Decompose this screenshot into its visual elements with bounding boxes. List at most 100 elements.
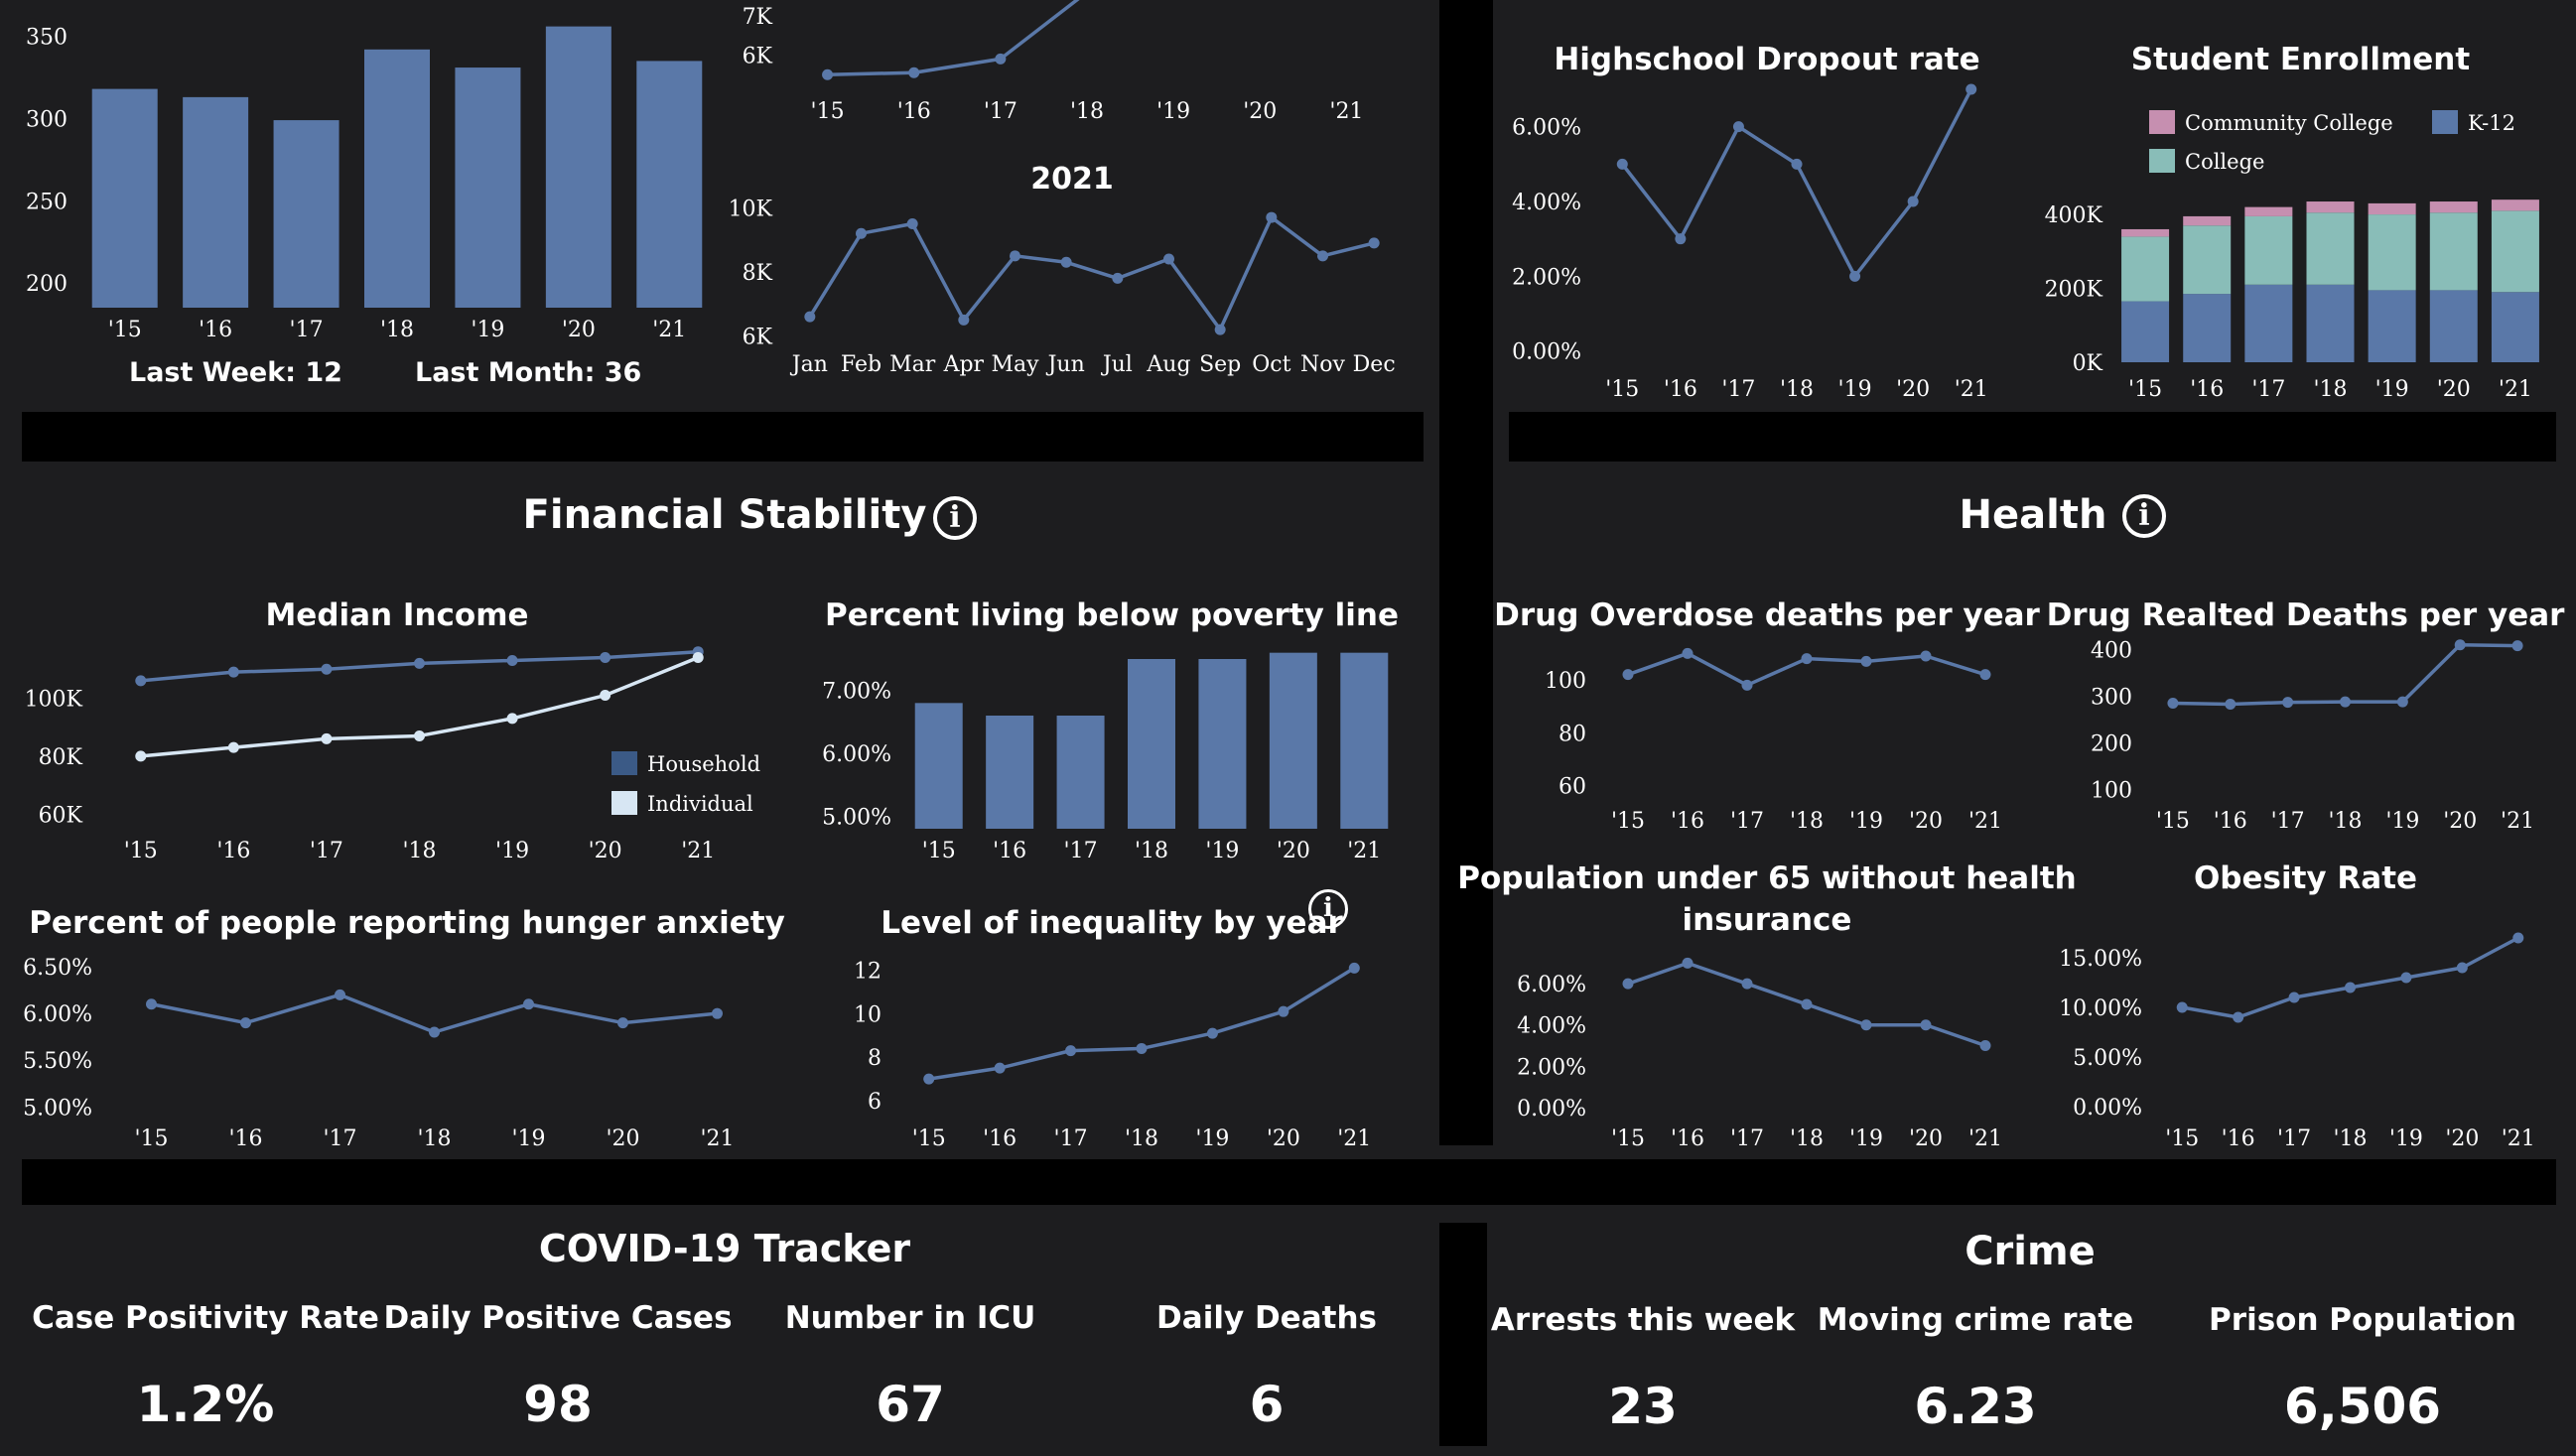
y-tick-label: 4.00%: [1517, 1014, 1586, 1039]
series-point: [1979, 669, 1991, 681]
series-individual-point: [506, 713, 518, 725]
x-tick-label: '21: [700, 1126, 734, 1151]
financial-info-icon[interactable]: i: [933, 496, 977, 540]
series-point: [1849, 270, 1861, 282]
series-point: [2511, 640, 2523, 652]
y-tick-label: 60K: [39, 803, 83, 828]
series-point: [617, 1017, 628, 1029]
y-tick-label: 300: [2091, 685, 2132, 710]
series-individual-point: [414, 729, 425, 741]
x-tick-label: '20: [2445, 1126, 2479, 1151]
y-tick-label: 250: [26, 190, 68, 214]
separator-band-middle: [22, 1159, 2556, 1205]
series-point: [1907, 196, 1919, 207]
series-line: [1620, 88, 1973, 279]
x-tick-label: '17: [1064, 839, 1098, 863]
y-tick-label: 5.00%: [822, 805, 891, 830]
y-tick-label: 7K: [743, 5, 773, 30]
x-tick-label: '19: [2375, 377, 2409, 402]
bar-segment-k-12: [2491, 292, 2539, 362]
series-point: [2288, 992, 2300, 1003]
series-point: [146, 998, 157, 1010]
health-info-icon[interactable]: i: [2122, 494, 2166, 538]
series-point: [1741, 978, 1753, 990]
x-tick-label: Dec: [1353, 352, 1396, 377]
series-point: [1801, 998, 1813, 1010]
x-tick-label: '20: [606, 1126, 639, 1151]
series-point: [1920, 650, 1932, 662]
x-tick-label: '17: [2251, 377, 2285, 402]
series-point: [995, 53, 1007, 65]
bar-segment-college: [2429, 212, 2478, 291]
x-tick-label: Sep: [1199, 352, 1241, 377]
x-tick-label: '16: [993, 839, 1026, 863]
y-tick-label: 0K: [2073, 351, 2103, 376]
x-tick-label: '18: [1790, 809, 1824, 834]
series-individual-point: [600, 690, 611, 702]
x-tick-label: '18: [1790, 1126, 1824, 1151]
y-tick-label: 6.00%: [1512, 116, 1581, 141]
x-tick-label: '17: [310, 839, 343, 863]
drug-related-chart-title: Drug Realted Deaths per year: [2047, 597, 2566, 633]
series-household-point: [321, 663, 333, 675]
legend-swatch: [611, 751, 637, 775]
x-tick-label: May: [991, 352, 1039, 377]
x-tick-label: '18: [2333, 1126, 2367, 1151]
x-tick-label: '15: [912, 1126, 946, 1151]
covid-stat-value: 67: [876, 1376, 945, 1433]
y-tick-label: 200: [26, 272, 68, 297]
legend-label: Household: [647, 752, 760, 776]
bar: [1269, 652, 1317, 829]
x-tick-label: Oct: [1252, 352, 1290, 377]
x-tick-label: Nov: [1300, 352, 1345, 377]
separator-band-top-right: [1509, 412, 2556, 462]
series-point: [1682, 647, 1694, 659]
series-point: [1741, 679, 1753, 691]
x-tick-label: '19: [2385, 809, 2419, 834]
x-tick-label: '21: [2501, 809, 2534, 834]
bar-segment-college: [2244, 215, 2293, 285]
x-tick-label: '19: [471, 318, 504, 342]
student-enrollment-chart: Student Enrollment '15 '16 '17 '18 '19 '20 '21 0…: [2045, 42, 2539, 402]
x-tick-label: '18: [1780, 377, 1814, 402]
series-point: [1801, 653, 1813, 665]
x-tick-label: Aug: [1146, 352, 1190, 377]
x-tick-label: '21: [681, 839, 715, 863]
y-tick-label: 80: [1559, 722, 1586, 746]
y-tick-label: 7.00%: [822, 680, 891, 705]
y-tick-label: 200: [2091, 732, 2132, 757]
x-tick-label: '18: [1135, 839, 1168, 863]
series-point: [1136, 1042, 1148, 1054]
last-week-label: Last Week: 12: [129, 357, 342, 388]
legend-label: Community College: [2185, 111, 2393, 135]
bar-segment-community-college: [2491, 199, 2539, 211]
bar: [1198, 659, 1247, 829]
x-tick-label: '18: [402, 839, 436, 863]
series-point: [906, 218, 918, 230]
x-tick-label: '21: [2502, 1126, 2535, 1151]
y-tick-label: 10K: [729, 197, 773, 221]
bar-segment-college: [2183, 225, 2232, 295]
x-tick-label: '18: [2313, 377, 2347, 402]
bar-segment-k-12: [2121, 301, 2170, 362]
x-tick-label: '19: [511, 1126, 545, 1151]
series-point: [994, 1062, 1006, 1074]
uninsured-chart-title: Population under 65 without health insura…: [1457, 860, 2076, 938]
bar-segment-college: [2368, 214, 2416, 291]
bar-segment-community-college: [2244, 206, 2293, 216]
bar: [364, 49, 430, 308]
x-tick-label: '15: [1605, 377, 1639, 402]
x-tick-label: '16: [199, 318, 232, 342]
legend-swatch: [2149, 149, 2175, 173]
series-individual-point: [227, 741, 239, 753]
series-household-point: [600, 652, 611, 664]
bar: [91, 88, 158, 308]
top-mid-line-2021-chart-title: 2021: [1030, 162, 1114, 197]
x-tick-label: '16: [1671, 809, 1704, 834]
series-point: [1112, 272, 1124, 284]
series-individual-point: [692, 652, 704, 664]
x-tick-label: '19: [1838, 377, 1872, 402]
series-point: [1317, 250, 1328, 262]
obesity-chart: Obesity Rate '15 '16 '17 '18 '19 '20 '21 0.00% 5.…: [2059, 860, 2535, 1151]
series-point: [2233, 1011, 2244, 1023]
